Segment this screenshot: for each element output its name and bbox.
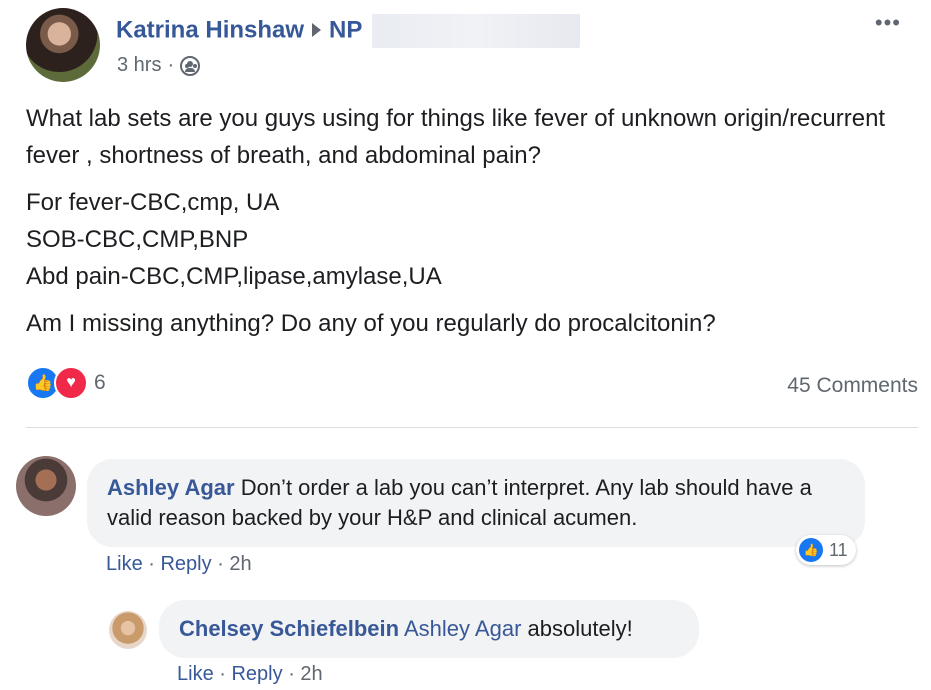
commenter-avatar[interactable]: [109, 611, 147, 649]
post-body: What lab sets are you guys using for thi…: [26, 100, 906, 352]
comment-mention[interactable]: Ashley Agar: [404, 616, 521, 641]
author-avatar[interactable]: [26, 8, 100, 82]
comment-bubble: Chelsey Schiefelbein Ashley Agar absolut…: [159, 600, 699, 658]
separator: ·: [288, 663, 301, 685]
meta-separator: ·: [167, 54, 175, 76]
comment-like-count: 11: [829, 539, 848, 560]
comment-actions: Like · Reply · 2h: [106, 553, 252, 576]
post-time[interactable]: 3 hrs: [117, 54, 161, 77]
author-name[interactable]: Katrina Hinshaw: [116, 16, 304, 43]
thumbs-up-icon: 👍: [799, 538, 823, 562]
blurred-group-name: [372, 14, 581, 48]
separator: ·: [219, 663, 232, 685]
triangle-right-icon: [312, 23, 322, 37]
post-list-item: For fever-CBC,cmp, UA: [26, 189, 280, 216]
author-line: Katrina Hinshaw NP: [116, 14, 581, 48]
post-header: Katrina Hinshaw NP 3 hrs · •••: [26, 8, 906, 88]
post-meta: 3 hrs ·: [117, 54, 201, 77]
more-horizontal-icon[interactable]: •••: [875, 10, 901, 36]
reactions-bar: 👍 ♥ 6 45 Comments: [26, 366, 918, 406]
comment-time[interactable]: 2h: [229, 553, 251, 575]
comment-bubble: Ashley Agar Don’t order a lab you can’t …: [87, 459, 865, 547]
post-lab-list: For fever-CBC,cmp, UA SOB-CBC,CMP,BNP Ab…: [26, 184, 906, 295]
post-paragraph: Am I missing anything? Do any of you reg…: [26, 310, 716, 337]
post-paragraph: What lab sets are you guys using for thi…: [26, 105, 886, 169]
heart-icon: ♥: [54, 366, 88, 400]
separator: ·: [148, 553, 161, 575]
post-list-item: SOB-CBC,CMP,BNP: [26, 226, 249, 253]
reply-link[interactable]: Reply: [231, 663, 282, 685]
comment-author[interactable]: Chelsey Schiefelbein: [179, 616, 399, 641]
comment-author[interactable]: Ashley Agar: [107, 475, 235, 500]
group-icon: [180, 55, 201, 76]
commenter-avatar[interactable]: [16, 456, 76, 516]
divider: [26, 427, 918, 428]
reaction-summary[interactable]: 👍 ♥ 6: [26, 366, 106, 400]
comment-actions: Like · Reply · 2h: [177, 663, 323, 686]
comment-time[interactable]: 2h: [300, 663, 322, 685]
like-link[interactable]: Like: [106, 553, 143, 575]
like-link[interactable]: Like: [177, 663, 214, 685]
separator: ·: [217, 553, 230, 575]
group-name[interactable]: NP: [329, 16, 362, 43]
reaction-count: 6: [94, 371, 106, 394]
comments-count-link[interactable]: 45 Comments: [787, 374, 918, 398]
post-list-item: Abd pain-CBC,CMP,lipase,amylase,UA: [26, 263, 442, 290]
comment-like-badge[interactable]: 👍 11: [796, 535, 856, 565]
reply-link[interactable]: Reply: [160, 553, 211, 575]
comment-text: absolutely!: [527, 616, 633, 641]
